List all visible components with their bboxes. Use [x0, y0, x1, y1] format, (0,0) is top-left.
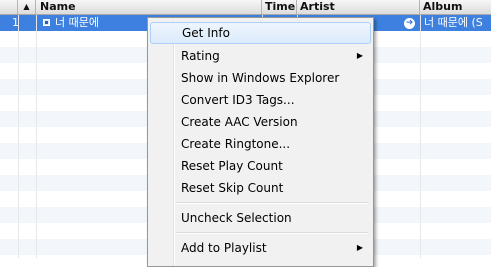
menu-item-create-aac[interactable]: Create AAC Version: [150, 111, 371, 133]
menu-item-uncheck-selection[interactable]: Uncheck Selection: [150, 207, 371, 229]
column-divider: [18, 15, 19, 258]
menu-separator: [176, 202, 368, 204]
menu-item-convert-id3[interactable]: Convert ID3 Tags...: [150, 89, 371, 111]
column-header-name[interactable]: Name: [36, 0, 262, 14]
context-menu: Get Info Rating ▶ Show in Windows Explor…: [147, 17, 374, 267]
menu-item-reset-play-count[interactable]: Reset Play Count: [150, 155, 371, 177]
column-divider: [36, 15, 37, 258]
column-header-index[interactable]: [0, 0, 18, 14]
menu-item-create-ringtone[interactable]: Create Ringtone...: [150, 133, 371, 155]
column-header-artist[interactable]: Artist: [297, 0, 420, 14]
column-header-album[interactable]: Album: [420, 0, 491, 14]
menu-item-label: Reset Play Count: [181, 159, 283, 173]
submenu-arrow-icon: ▶: [356, 51, 363, 60]
go-to-artist-icon[interactable]: ➜: [404, 18, 415, 29]
menu-separator: [176, 232, 368, 234]
submenu-arrow-icon: ▶: [356, 243, 363, 252]
column-header-time[interactable]: Time: [262, 0, 297, 14]
menu-item-get-info[interactable]: Get Info: [150, 22, 371, 44]
track-name: 너 때문에: [55, 16, 99, 29]
column-divider: [420, 15, 421, 258]
menu-item-label: Rating: [181, 49, 220, 63]
menu-item-label: Create AAC Version: [181, 115, 298, 129]
menu-item-label: Reset Skip Count: [181, 181, 284, 195]
menu-item-show-in-explorer[interactable]: Show in Windows Explorer: [150, 67, 371, 89]
menu-item-add-to-playlist[interactable]: Add to Playlist ▶: [150, 237, 371, 259]
menu-item-label: Convert ID3 Tags...: [181, 93, 295, 107]
menu-item-label: Uncheck Selection: [181, 211, 292, 225]
track-checkbox[interactable]: [43, 19, 50, 26]
sort-ascending-icon[interactable]: ▲: [18, 0, 36, 14]
menu-item-rating[interactable]: Rating ▶: [150, 45, 371, 67]
menu-item-reset-skip-count[interactable]: Reset Skip Count: [150, 177, 371, 199]
menu-item-label: Add to Playlist: [181, 241, 267, 255]
menu-item-label: Create Ringtone...: [181, 137, 291, 151]
menu-item-label: Show in Windows Explorer: [181, 71, 340, 85]
track-album: 너 때문에 (S: [424, 16, 483, 29]
menu-item-label: Get Info: [182, 26, 230, 40]
column-header: ▲ Name Time Artist Album: [0, 0, 491, 15]
